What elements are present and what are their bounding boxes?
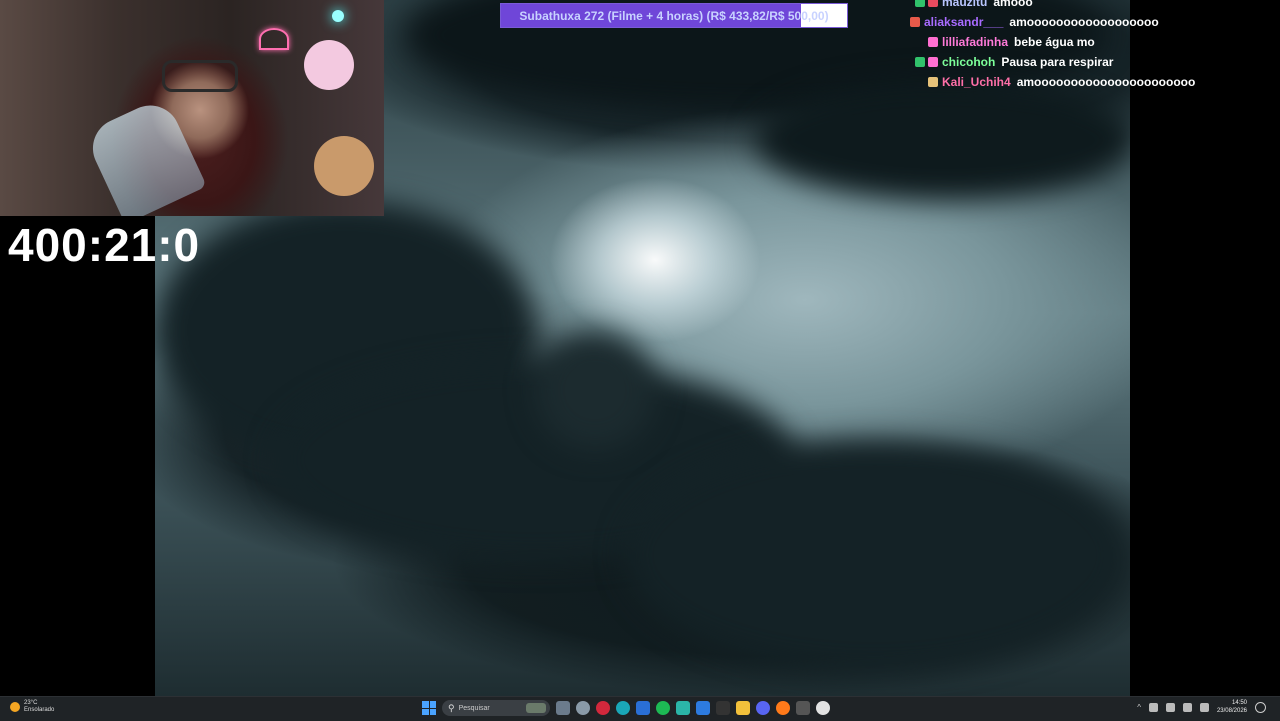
cloud-icon[interactable] xyxy=(1148,702,1158,712)
chat-message: Kali_Uchih4 amoooooooooooooooooooooo xyxy=(900,72,1280,92)
chat-badges xyxy=(900,17,920,27)
webcam-overlay xyxy=(0,0,384,216)
display-icon[interactable] xyxy=(1182,702,1192,712)
chat-message: lilliafadinha bebe água mo xyxy=(900,32,1280,52)
chat-badges xyxy=(900,57,938,67)
cloud-shape xyxy=(755,80,1130,200)
taskbar-apps: ⚲ Pesquisar xyxy=(422,700,830,716)
chevron-up-icon[interactable]: ^ xyxy=(1137,703,1141,712)
badge-icon xyxy=(915,0,925,7)
chat-message: mauzitu amooo xyxy=(900,0,1280,12)
notification-icon[interactable] xyxy=(1255,701,1266,713)
badge-icon xyxy=(910,17,920,27)
badge-icon xyxy=(928,57,938,67)
chat-text: amoooooooooooooooooooooo xyxy=(1016,75,1196,89)
plush-toy xyxy=(314,136,374,196)
chat-username: mauzitu xyxy=(942,0,988,9)
badge-icon xyxy=(928,37,938,47)
store-icon[interactable] xyxy=(636,701,650,715)
weather-desc: Ensolarado xyxy=(24,707,55,713)
search-icon: ⚲ xyxy=(448,702,455,713)
lamp-light xyxy=(332,10,344,22)
badge-icon xyxy=(928,77,938,87)
windows-start-icon[interactable] xyxy=(422,701,436,715)
microphone-icon[interactable] xyxy=(1165,702,1175,712)
weather-text: 23°C Ensolarado xyxy=(24,700,54,714)
clock-date: 23/08/2026 xyxy=(1216,708,1247,714)
search-highlight-icon xyxy=(526,703,546,713)
taskbar-clock[interactable]: 14:50 23/08/2026 xyxy=(1217,699,1247,715)
opera-icon[interactable] xyxy=(596,701,610,715)
chat-username: chicohoh xyxy=(942,55,996,69)
weather-widget[interactable]: 23°C Ensolarado xyxy=(10,700,54,714)
weather-temp: 23°C xyxy=(24,700,38,706)
chat-username: aliaksandr___ xyxy=(924,15,1004,29)
taskbar-search[interactable]: ⚲ Pesquisar xyxy=(442,700,550,716)
folder-icon[interactable] xyxy=(736,701,750,715)
badge-icon xyxy=(928,0,938,7)
water-bottle xyxy=(83,95,207,216)
windows-taskbar: 23°C Ensolarado ⚲ Pesquisar ^ 14:50 23/0… xyxy=(0,696,1280,721)
obs-icon[interactable] xyxy=(816,701,830,715)
chat-text: amoooooooooooooooooo xyxy=(1009,15,1159,29)
settings-icon[interactable] xyxy=(576,701,590,715)
chat-username: lilliafadinha xyxy=(942,35,1009,49)
app-icon[interactable] xyxy=(676,701,690,715)
chat-message: aliaksandr___ amoooooooooooooooooo xyxy=(900,12,1280,32)
cloud-shape xyxy=(625,440,1125,670)
chat-overlay: mauzitu amooo aliaksandr___ amoooooooooo… xyxy=(900,0,1280,92)
task-view-icon[interactable] xyxy=(556,701,570,715)
sub-goal-text: Subathuxa 272 (Filme + 4 horas) (R$ 433,… xyxy=(519,9,829,23)
system-tray: ^ 14:50 23/08/2026 xyxy=(1137,699,1266,715)
sun-icon xyxy=(10,702,20,712)
chat-text: amooo xyxy=(993,0,1033,9)
chat-text: Pausa para respirar xyxy=(1001,55,1114,69)
chat-badges xyxy=(900,0,938,7)
terminal-icon[interactable] xyxy=(716,701,730,715)
chat-username: Kali_Uchih4 xyxy=(942,75,1011,89)
firefox-icon[interactable] xyxy=(776,701,790,715)
plush-toy xyxy=(304,40,354,90)
search-placeholder: Pesquisar xyxy=(458,704,490,712)
edge-icon[interactable] xyxy=(616,701,630,715)
chat-badges xyxy=(900,77,938,87)
discord-icon[interactable] xyxy=(756,701,770,715)
sub-goal-bar: Subathuxa 272 (Filme + 4 horas) (R$ 433,… xyxy=(500,3,848,28)
app-icon[interactable] xyxy=(796,701,810,715)
mail-icon[interactable] xyxy=(696,701,710,715)
neon-sign xyxy=(259,28,289,50)
spotify-icon[interactable] xyxy=(656,701,670,715)
cloud-shape xyxy=(535,330,655,450)
volume-icon[interactable] xyxy=(1199,702,1209,712)
clock-time: 14:50 xyxy=(1231,700,1247,706)
badge-icon xyxy=(915,57,925,67)
chat-text: bebe água mo xyxy=(1014,35,1095,49)
subathon-timer: 400:21:0 xyxy=(8,219,201,271)
glasses xyxy=(162,60,238,92)
chat-message: chicohoh Pausa para respirar xyxy=(900,52,1280,72)
chat-badges xyxy=(900,37,938,47)
